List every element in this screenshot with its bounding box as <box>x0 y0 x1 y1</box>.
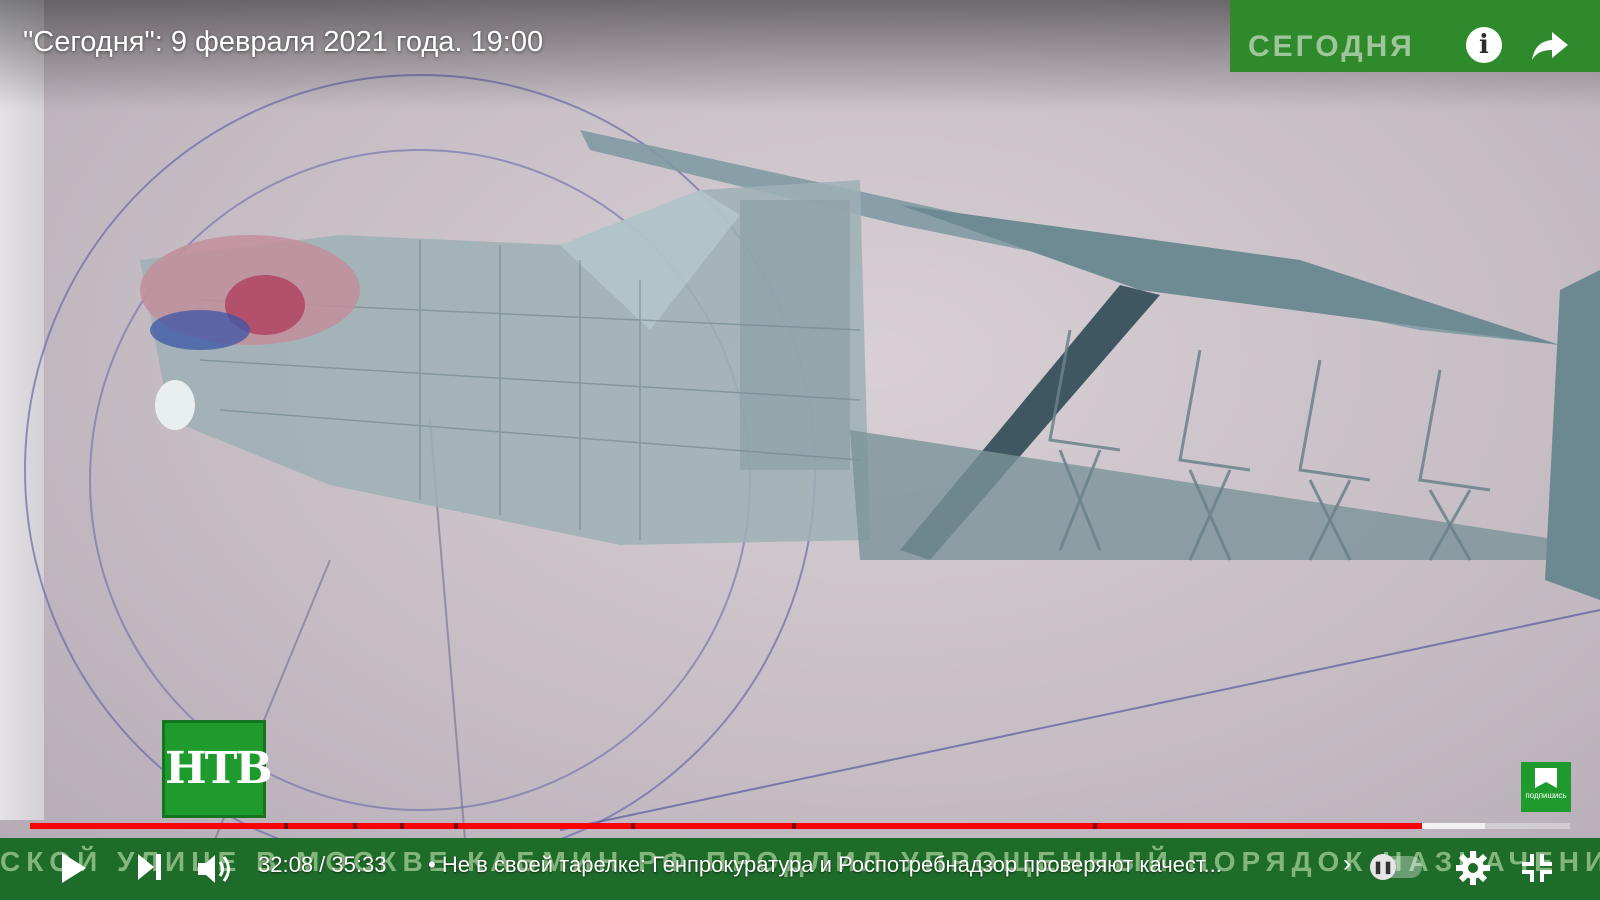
chapter-mark <box>284 823 289 829</box>
subscribe-label: подпишись <box>1525 791 1567 800</box>
exit-fullscreen-icon[interactable] <box>1520 852 1554 884</box>
gear-icon[interactable] <box>1455 850 1491 886</box>
channel-bug-text: СЕГОДНЯ <box>1248 30 1415 63</box>
chapter-title-text: Не в своей тарелке: Генпрокуратура и Рос… <box>441 852 1222 877</box>
progress-played <box>30 823 1422 829</box>
chapter-arrow[interactable]: › <box>1343 850 1351 878</box>
volume-icon[interactable] <box>196 852 236 886</box>
ntv-logo: НТВ <box>162 720 273 818</box>
chapter-mark <box>353 823 358 829</box>
progress-bar[interactable] <box>30 823 1570 829</box>
chapter-mark <box>630 823 635 829</box>
info-icon[interactable]: i <box>1466 27 1502 63</box>
chapter-mark <box>792 823 797 829</box>
chapter-mark <box>1092 823 1097 829</box>
chapter-mark <box>399 823 404 829</box>
subscribe-button[interactable]: подпишись <box>1521 762 1571 812</box>
chapter-mark <box>453 823 458 829</box>
chapter-separator: • <box>428 852 436 877</box>
video-title[interactable]: "Сегодня": 9 февраля 2021 года. 19:00 <box>23 26 543 59</box>
chapter-title[interactable]: • Не в своей тарелке: Генпрокуратура и Р… <box>428 852 1338 878</box>
share-icon[interactable] <box>1530 26 1570 64</box>
next-icon[interactable] <box>136 852 164 882</box>
pause-icon: ❚❚ <box>1370 854 1396 880</box>
bookmark-icon <box>1535 768 1557 788</box>
play-icon[interactable] <box>60 852 88 884</box>
autoplay-toggle[interactable]: ❚❚ <box>1370 854 1422 880</box>
time-display: 32:08 / 35:33 <box>258 852 387 877</box>
